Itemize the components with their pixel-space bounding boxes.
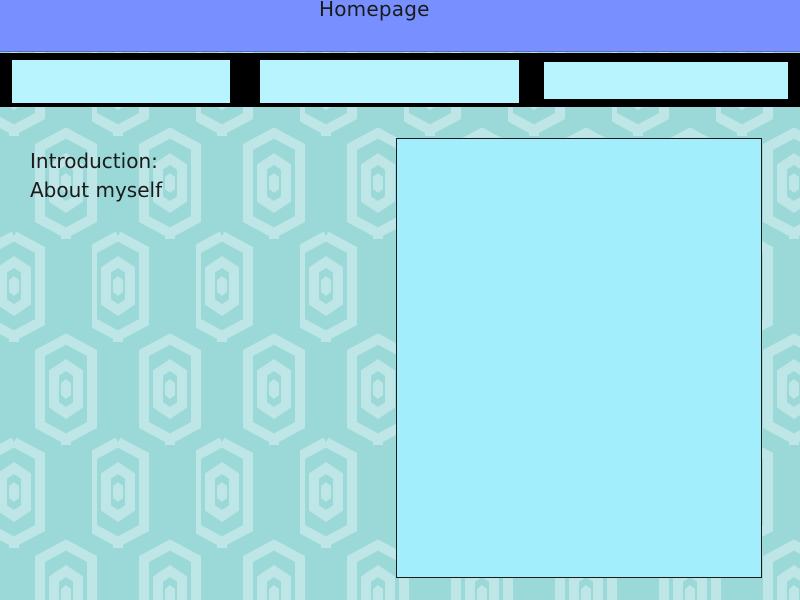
nav-bar bbox=[0, 53, 800, 107]
intro-subheading: About myself bbox=[30, 178, 163, 202]
nav-button-3[interactable] bbox=[544, 62, 788, 99]
intro-heading: Introduction: bbox=[30, 149, 158, 173]
nav-button-1[interactable] bbox=[12, 60, 230, 103]
nav-button-2[interactable] bbox=[260, 60, 519, 103]
content-panel bbox=[396, 138, 762, 578]
intro-section: Introduction: About myself bbox=[30, 147, 162, 205]
header-bar: Homepage bbox=[0, 0, 800, 52]
page-title: Homepage bbox=[319, 0, 430, 21]
